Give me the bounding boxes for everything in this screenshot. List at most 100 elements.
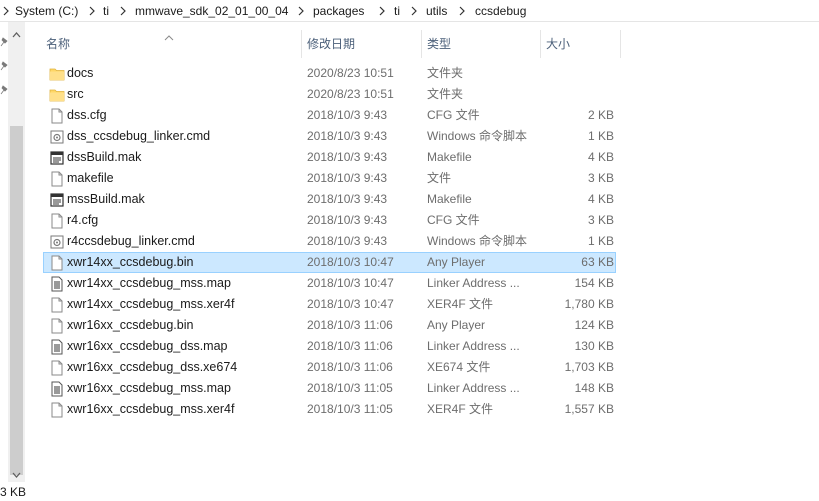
file-name[interactable]: dss_ccsdebug_linker.cmd <box>67 127 297 146</box>
file-type: Linker Address ... <box>427 339 520 353</box>
breadcrumb-ccsdebug[interactable]: ccsdebug <box>475 4 526 19</box>
file-type: Linker Address ... <box>427 381 520 395</box>
makefile-icon <box>49 192 65 208</box>
file-name[interactable]: src <box>67 85 297 104</box>
cmd-script-icon <box>49 129 65 145</box>
file-row[interactable]: xwr14xx_ccsdebug_mss.map 2018/10/3 10:47 L… <box>43 273 616 294</box>
file-row[interactable]: mssBuild.mak 2018/10/3 9:43 Makefile 4 KB <box>43 189 616 210</box>
file-modified-date: 2020/8/23 10:51 <box>307 87 394 101</box>
file-modified-date: 2018/10/3 9:43 <box>307 150 388 164</box>
file-row[interactable]: xwr14xx_ccsdebug.bin 2018/10/3 10:47 Any P… <box>43 252 616 273</box>
column-divider[interactable] <box>421 30 422 58</box>
file-type: Makefile <box>427 150 472 164</box>
file-name[interactable]: xwr16xx_ccsdebug_mss.xer4f <box>67 400 297 419</box>
file-row[interactable]: xwr16xx_ccsdebug_mss.map 2018/10/3 11:05 L… <box>43 378 616 399</box>
file-size: 3 KB <box>587 171 614 185</box>
file-type: Windows 命令脚本 <box>427 234 528 248</box>
file-icon <box>49 171 65 187</box>
file-name[interactable]: xwr16xx_ccsdebug_dss.xe674 <box>67 358 297 377</box>
pin-icon <box>0 84 8 95</box>
file-size <box>542 85 614 104</box>
file-modified-date: 2018/10/3 10:47 <box>307 255 394 269</box>
chevron-right-icon[interactable] <box>410 5 418 17</box>
column-divider[interactable] <box>620 30 621 58</box>
file-type: XER4F 文件 <box>427 402 494 416</box>
scroll-up-arrow-icon[interactable] <box>12 27 21 41</box>
chevron-right-icon[interactable] <box>378 5 386 17</box>
breadcrumb-ti[interactable]: ti <box>103 4 109 19</box>
file-name[interactable]: docs <box>67 64 297 83</box>
file-row[interactable]: docs 2020/8/23 10:51 文件夹 <box>43 63 616 84</box>
file-modified-date: 2018/10/3 11:06 <box>307 360 393 374</box>
file-name[interactable]: dss.cfg <box>67 106 297 125</box>
file-name[interactable]: r4ccsdebug_linker.cmd <box>67 232 297 251</box>
file-row[interactable]: dssBuild.mak 2018/10/3 9:43 Makefile 4 KB <box>43 147 616 168</box>
chevron-right-icon[interactable] <box>458 5 466 17</box>
column-header-name[interactable]: 名称 <box>46 28 70 60</box>
breadcrumb-sdk[interactable]: mmwave_sdk_02_01_00_04 <box>135 4 288 19</box>
sort-ascending-icon <box>164 30 174 44</box>
file-row[interactable]: xwr16xx_ccsdebug_dss.map 2018/10/3 11:06 L… <box>43 336 616 357</box>
file-row[interactable]: makefile 2018/10/3 9:43 文件 3 KB <box>43 168 616 189</box>
file-size: 124 KB <box>574 318 614 332</box>
breadcrumb-drive[interactable]: System (C:) <box>15 4 78 19</box>
file-row[interactable]: r4.cfg 2018/10/3 9:43 CFG 文件 3 KB <box>43 210 616 231</box>
file-row[interactable]: xwr16xx_ccsdebug_mss.xer4f 2018/10/3 11:0… <box>43 399 616 420</box>
file-type: Any Player <box>427 318 486 332</box>
chevron-right-icon[interactable] <box>2 5 10 17</box>
file-name[interactable]: xwr16xx_ccsdebug_dss.map <box>67 337 297 356</box>
address-bar[interactable]: System (C:) ti mmwave_sdk_02_01_00_04 pa… <box>0 0 819 22</box>
breadcrumb-packages[interactable]: packages <box>313 4 364 19</box>
column-divider[interactable] <box>301 30 302 58</box>
file-row[interactable]: dss.cfg 2018/10/3 9:43 CFG 文件 2 KB <box>43 105 616 126</box>
file-name[interactable]: xwr14xx_ccsdebug_mss.map <box>67 274 297 293</box>
file-size: 4 KB <box>587 150 614 164</box>
file-icon <box>49 318 65 334</box>
file-type: 文件夹 <box>427 66 464 80</box>
file-name[interactable]: mssBuild.mak <box>67 190 297 209</box>
nav-scrollbar-thumb[interactable] <box>10 126 23 475</box>
file-row[interactable]: xwr16xx_ccsdebug.bin 2018/10/3 11:06 Any P… <box>43 315 616 336</box>
file-icon <box>49 255 65 271</box>
chevron-right-icon[interactable] <box>88 5 96 17</box>
column-header-type[interactable]: 类型 <box>427 28 451 60</box>
file-name[interactable]: xwr14xx_ccsdebug_mss.xer4f <box>67 295 297 314</box>
file-name[interactable]: dssBuild.mak <box>67 148 297 167</box>
file-name[interactable]: xwr14xx_ccsdebug.bin <box>67 253 297 272</box>
file-modified-date: 2018/10/3 9:43 <box>307 171 388 185</box>
file-name[interactable]: xwr16xx_ccsdebug_mss.map <box>67 379 297 398</box>
file-type: Linker Address ... <box>427 276 520 290</box>
breadcrumb-utils[interactable]: utils <box>426 4 447 19</box>
file-row[interactable]: xwr14xx_ccsdebug_mss.xer4f 2018/10/3 10:4… <box>43 294 616 315</box>
file-icon <box>49 213 65 229</box>
scroll-down-arrow-icon[interactable] <box>12 467 21 481</box>
breadcrumb-ti-2[interactable]: ti <box>394 4 400 19</box>
file-size: 1 KB <box>587 129 614 143</box>
file-name[interactable]: r4.cfg <box>67 211 297 230</box>
file-type: Any Player <box>427 255 486 269</box>
file-row[interactable]: xwr16xx_ccsdebug_dss.xe674 2018/10/3 11:0… <box>43 357 616 378</box>
column-header-size[interactable]: 大小 <box>546 28 570 60</box>
file-name[interactable]: makefile <box>67 169 297 188</box>
folder-icon <box>49 66 65 82</box>
file-row[interactable]: r4ccsdebug_linker.cmd 2018/10/3 9:43 Windo… <box>43 231 616 252</box>
file-row[interactable]: src 2020/8/23 10:51 文件夹 <box>43 84 616 105</box>
file-icon <box>49 297 65 313</box>
file-type: 文件 <box>427 171 452 185</box>
file-size: 1 KB <box>587 234 614 248</box>
column-divider[interactable] <box>540 30 541 58</box>
cmd-script-icon <box>49 234 65 250</box>
file-icon <box>49 360 65 376</box>
file-modified-date: 2018/10/3 11:06 <box>307 318 393 332</box>
status-bar-size: 3 KB <box>0 485 27 499</box>
file-name[interactable]: xwr16xx_ccsdebug.bin <box>67 316 297 335</box>
chevron-right-icon[interactable] <box>297 5 305 17</box>
file-size: 4 KB <box>587 192 614 206</box>
file-row[interactable]: dss_ccsdebug_linker.cmd 2018/10/3 9:43 Win… <box>43 126 616 147</box>
chevron-right-icon[interactable] <box>119 5 127 17</box>
file-modified-date: 2018/10/3 10:47 <box>307 276 394 290</box>
column-header-date[interactable]: 修改日期 <box>307 28 355 60</box>
file-modified-date: 2018/10/3 9:43 <box>307 192 388 206</box>
pin-icon <box>0 60 8 71</box>
file-size: 63 KB <box>581 255 614 269</box>
